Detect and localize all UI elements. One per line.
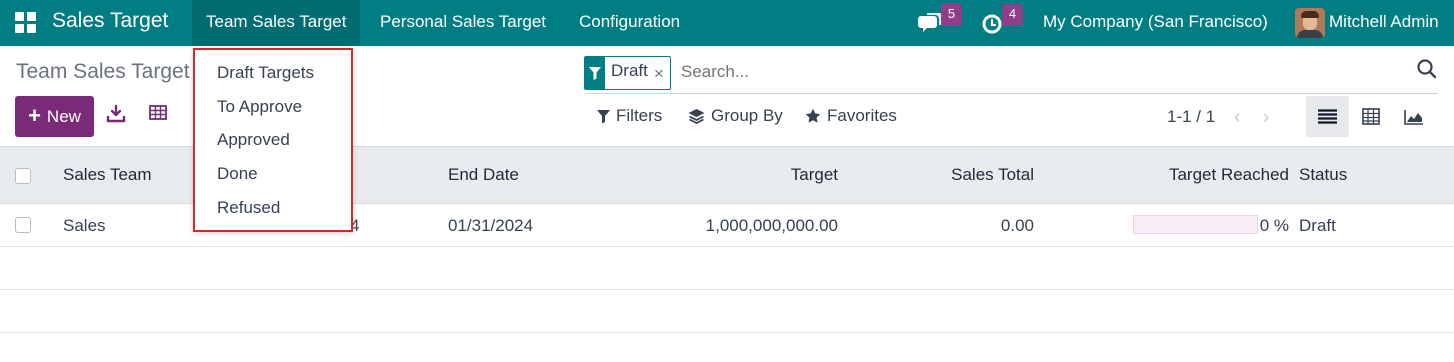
column-target-reached[interactable]: Target Reached [1169,165,1289,185]
group-by-label: Group By [711,106,783,125]
spreadsheet-icon[interactable] [149,104,169,124]
graph-view-button[interactable] [1392,96,1435,137]
search-icon[interactable] [1416,58,1438,80]
apps-menu-icon[interactable] [15,12,36,33]
column-status[interactable]: Status [1299,165,1347,185]
menu-personal-sales-target[interactable]: Personal Sales Target [366,0,560,46]
cell-target-reached: 0 % [1259,216,1289,235]
top-navbar: Sales Target Team Sales Target Personal … [0,0,1454,46]
group-by-button[interactable]: Group By [688,106,783,126]
pivot-view-button[interactable] [1349,96,1392,137]
pager-next-icon[interactable]: › [1263,107,1269,129]
menu-team-sales-target[interactable]: Team Sales Target [192,0,361,46]
pager-value[interactable]: 1-1 / 1 [1167,107,1215,127]
facet-remove-icon[interactable]: × [654,57,670,89]
facet-value: Draft [611,61,648,80]
download-icon[interactable] [106,104,126,124]
cell-sales-total: 0.00 [1000,216,1034,235]
layers-icon [688,109,705,124]
table-row-empty [0,290,1454,333]
list-view-button[interactable] [1306,96,1349,137]
target-reached-progress-bar [1133,215,1258,234]
column-sales-total[interactable]: Sales Total [951,165,1034,185]
activities-badge: 4 [1002,4,1023,26]
menu-item-draft-targets[interactable]: Draft Targets [217,63,314,83]
pager-previous-icon[interactable]: ‹ [1234,107,1240,129]
company-switcher[interactable]: My Company (San Francisco) [1043,12,1268,32]
favorites-button[interactable]: Favorites [805,106,897,126]
select-all-checkbox[interactable] [15,168,31,184]
cell-status: Draft [1299,216,1336,235]
search-facet-draft[interactable]: Draft × [584,56,671,90]
menu-item-done[interactable]: Done [217,164,258,184]
cell-end-date: 01/31/2024 [448,216,534,235]
filters-button[interactable]: Filters [597,106,662,126]
favorites-label: Favorites [827,106,897,125]
user-menu[interactable]: Mitchell Admin [1329,12,1439,32]
pivot-view-icon [1361,108,1380,125]
new-button-label: New [46,106,81,126]
column-sales-team[interactable]: Sales Team [63,165,152,185]
menu-item-approved[interactable]: Approved [217,130,290,150]
column-end-date[interactable]: End Date [448,165,519,185]
menu-item-refused[interactable]: Refused [217,198,280,218]
row-checkbox[interactable] [15,217,31,233]
filters-label: Filters [616,106,663,125]
plus-icon: + [28,102,41,128]
cell-sales-team: Sales [63,216,106,235]
team-sales-target-dropdown: Draft Targets To Approve Approved Done R… [193,48,353,232]
menu-item-to-approve[interactable]: To Approve [217,97,302,117]
menu-configuration[interactable]: Configuration [565,0,694,46]
search-bar: Draft × [584,56,1438,94]
filter-icon [597,109,610,123]
app-title[interactable]: Sales Target [52,9,168,33]
page-title: Team Sales Target [16,60,190,83]
list-view-icon [1318,109,1337,124]
area-chart-icon [1403,109,1423,125]
user-avatar[interactable] [1295,8,1325,38]
filter-facet-icon [585,57,605,89]
star-icon [805,108,821,123]
messages-badge: 5 [941,4,962,26]
new-button[interactable]: + New [15,96,94,137]
search-input[interactable] [681,62,1281,82]
table-row-empty [0,247,1454,290]
cell-target: 1,000,000,000.00 [705,216,838,235]
column-target[interactable]: Target [791,165,838,185]
